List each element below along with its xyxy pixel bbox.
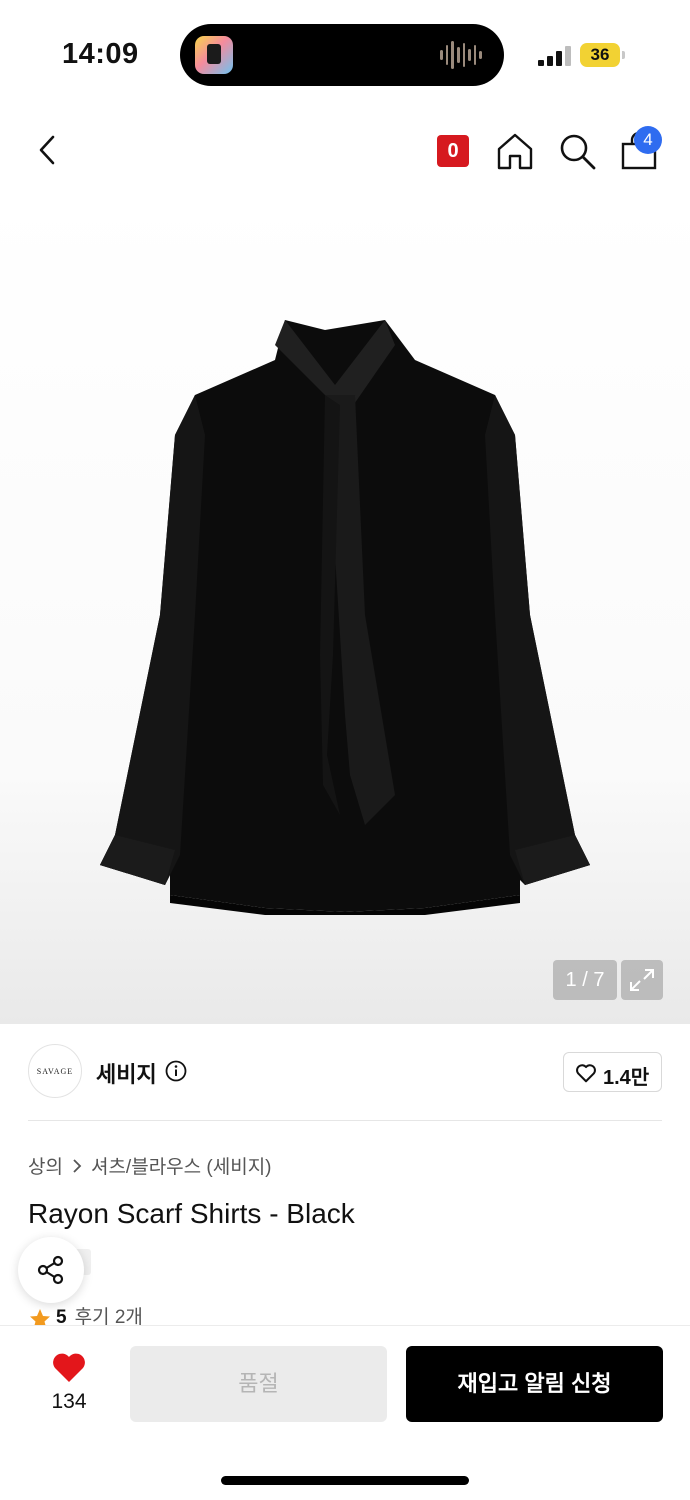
now-playing-app-icon xyxy=(195,36,233,74)
breadcrumb-category[interactable]: 상의 xyxy=(28,1152,63,1179)
wish-count: 134 xyxy=(51,1390,87,1413)
signal-icon xyxy=(538,44,572,66)
bottom-action-bar: 134 품절 재입고 알림 신청 xyxy=(0,1325,690,1500)
brand-like-button[interactable]: 1.4만 xyxy=(563,1052,662,1092)
status-bar: 14:09 36 xyxy=(0,0,690,110)
product-page: 14:09 36 0 4 1 / 7 SAVAGE 세비지 1.4만 상의 셔츠… xyxy=(0,0,690,1500)
audio-wave-icon xyxy=(440,40,482,70)
breadcrumb: 상의 셔츠/블라우스 (세비지) xyxy=(28,1152,272,1179)
divider xyxy=(28,1120,662,1121)
brand-like-count: 1.4만 xyxy=(603,1067,650,1089)
back-icon[interactable] xyxy=(28,130,68,170)
review-count: 후기 2개 xyxy=(74,1307,143,1326)
share-button[interactable] xyxy=(18,1237,84,1303)
image-counter: 1 / 7 xyxy=(553,960,617,1000)
home-icon[interactable] xyxy=(494,130,536,172)
coupon-badge[interactable]: 0 xyxy=(437,135,469,167)
expand-icon xyxy=(630,969,654,991)
brand-logo[interactable]: SAVAGE xyxy=(28,1044,82,1098)
info-icon[interactable] xyxy=(165,1060,187,1082)
rating-value: 5 xyxy=(56,1307,67,1326)
top-nav: 0 xyxy=(0,110,690,190)
expand-image-button[interactable] xyxy=(621,960,663,1000)
home-indicator xyxy=(221,1476,469,1485)
dynamic-island[interactable] xyxy=(180,24,504,86)
product-title: Rayon Scarf Shirts - Black xyxy=(28,1198,355,1229)
chevron-right-icon xyxy=(73,1158,82,1173)
brand-name[interactable]: 세비지 xyxy=(96,1057,157,1089)
heart-outline-icon xyxy=(576,1064,596,1083)
product-image-carousel[interactable]: 1 / 7 xyxy=(0,190,690,1024)
battery-tip xyxy=(622,51,625,59)
rating-row[interactable]: 5 후기 2개 xyxy=(28,1306,328,1326)
battery-indicator: 36 xyxy=(580,43,620,67)
star-icon xyxy=(30,1309,50,1326)
brand-row: SAVAGE 세비지 1.4만 xyxy=(0,1024,690,1120)
breadcrumb-subcategory[interactable]: 셔츠/블라우스 (세비지) xyxy=(91,1152,272,1179)
soldout-button[interactable]: 품절 xyxy=(130,1346,387,1422)
cart-count-badge: 4 xyxy=(634,126,662,154)
product-photo xyxy=(100,320,590,915)
restock-alert-button[interactable]: 재입고 알림 신청 xyxy=(406,1346,663,1422)
search-icon[interactable] xyxy=(556,130,598,172)
status-time: 14:09 xyxy=(62,38,139,70)
share-icon xyxy=(37,1255,64,1285)
heart-filled-icon[interactable] xyxy=(51,1351,87,1383)
